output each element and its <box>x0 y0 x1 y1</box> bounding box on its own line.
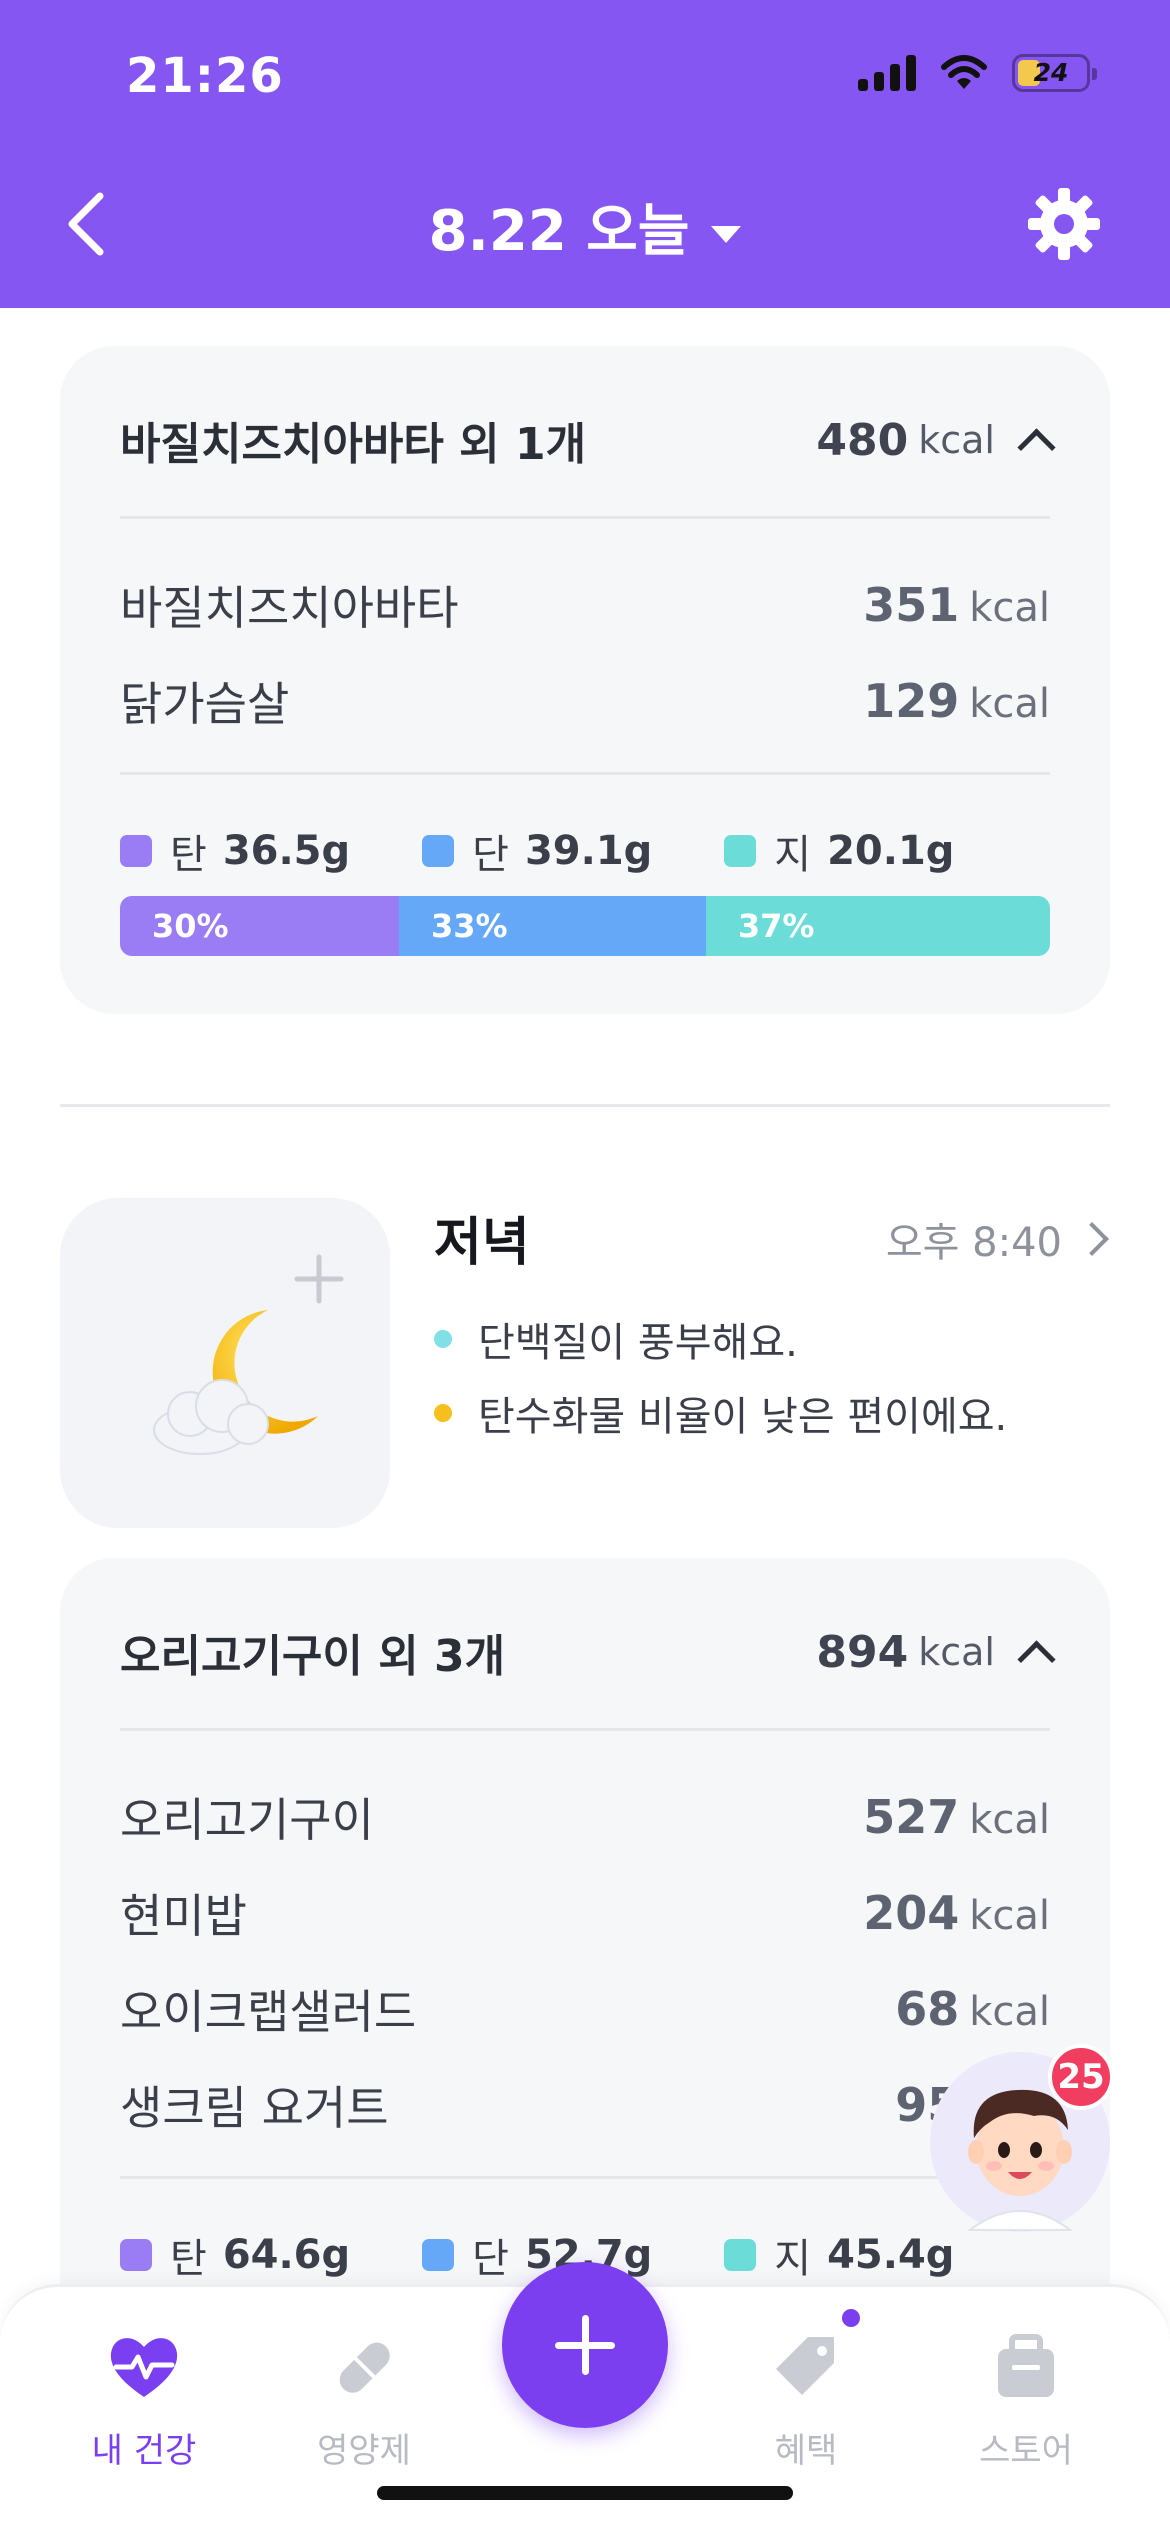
dropdown-caret-icon <box>711 226 742 244</box>
food-item[interactable]: 현미밥 204 kcal <box>120 1880 1050 1946</box>
fat-swatch <box>724 2239 757 2271</box>
date-selector[interactable]: 8.22 오늘 <box>0 186 1170 267</box>
status-icons: 24 <box>858 54 1097 92</box>
carb-swatch <box>120 835 152 867</box>
food-item[interactable]: 오리고기구이 527 kcal <box>120 1784 1050 1850</box>
ratio-protein: 33% <box>399 896 706 956</box>
tab-store[interactable]: 스토어 <box>936 2327 1116 2472</box>
macro-summary: 탄 36.5g 단 39.1g 지 20.1g <box>120 822 1050 880</box>
tab-benefits[interactable]: 혜택 <box>716 2327 896 2472</box>
battery-level: 24 <box>1033 58 1069 87</box>
food-kcal: 204 kcal <box>863 1886 1050 1940</box>
section-divider <box>60 1104 1110 1107</box>
food-name: 오이크랩샐러드 <box>120 1985 417 2039</box>
new-indicator-dot <box>842 2309 860 2327</box>
food-name: 닭가슴살 <box>120 677 290 731</box>
wifi-icon <box>941 55 987 89</box>
notification-badge: 25 <box>1048 2044 1114 2110</box>
chevron-right-icon <box>1075 1222 1109 1256</box>
tag-icon <box>776 2337 834 2395</box>
food-item[interactable]: 바질치즈치아바타 351 kcal <box>120 572 1050 638</box>
add-photo-icon[interactable] <box>294 1254 344 1304</box>
app-header: 21:26 24 8.22 오늘 <box>0 0 1170 308</box>
meal-card-lunch[interactable]: 바질치즈치아바타 외 1개 480 kcal 바질치즈치아바타 351 kcal 닭… <box>60 346 1110 1014</box>
meal-card-dinner[interactable]: 오리고기구이 외 3개 894 kcal 오리고기구이 527 kcal 현미밥 2… <box>60 1558 1110 2358</box>
battery-icon: 24 <box>1012 54 1097 92</box>
divider <box>120 516 1050 519</box>
food-kcal: 351 kcal <box>863 578 1050 632</box>
meal-card-header[interactable]: 바질치즈치아바타 외 1개 480 kcal <box>120 408 1056 472</box>
macro-fat: 지 20.1g <box>724 822 954 880</box>
nutrition-tip: 탄수화물 비율이 낮은 편이에요. <box>434 1384 1007 1442</box>
meal-card-title: 바질치즈치아바타 외 1개 <box>120 419 587 470</box>
meal-total-kcal: 480 kcal <box>816 415 1056 467</box>
meal-card-title: 오리고기구이 외 3개 <box>120 1631 506 1682</box>
carb-swatch <box>120 2239 152 2271</box>
date-title: 8.22 오늘 <box>428 199 690 264</box>
food-item[interactable]: 생크림 요거트 95kcal <box>120 2072 1050 2138</box>
food-name: 현미밥 <box>120 1889 247 1943</box>
gear-icon[interactable] <box>1026 186 1102 262</box>
fat-swatch <box>724 835 757 867</box>
moon-cloud-icon <box>153 1310 318 1455</box>
home-indicator <box>377 2486 793 2500</box>
macro-protein: 단 39.1g <box>422 822 652 880</box>
protein-swatch <box>422 2239 455 2271</box>
macro-ratio-bar: 30% 33% 37% <box>120 896 1050 956</box>
macro-carb: 탄 36.5g <box>120 822 350 880</box>
divider <box>120 772 1050 775</box>
pill-icon <box>339 2342 390 2393</box>
meal-photo-tile[interactable] <box>60 1198 390 1528</box>
divider <box>120 2176 1050 2179</box>
signal-icon <box>858 55 916 91</box>
food-name: 바질치즈치아바타 <box>120 581 459 635</box>
tab-my-health[interactable]: 내 건강 <box>54 2327 234 2472</box>
meal-total-kcal: 894 kcal <box>816 1627 1056 1679</box>
status-time: 21:26 <box>126 48 284 104</box>
tip-dot <box>434 1404 452 1422</box>
ratio-carb: 30% <box>120 896 399 956</box>
macro-fat: 지 45.4g <box>724 2226 954 2284</box>
divider <box>120 1728 1050 1731</box>
food-kcal: 129 kcal <box>863 674 1050 728</box>
nutrition-tip: 단백질이 풍부해요. <box>434 1310 798 1368</box>
food-name: 생크림 요거트 <box>120 2081 389 2135</box>
meal-title-dinner: 저녁 <box>434 1213 530 1273</box>
meal-card-header[interactable]: 오리고기구이 외 3개 894 kcal <box>120 1620 1056 1684</box>
food-name: 오리고기구이 <box>120 1793 374 1847</box>
food-kcal: 527 kcal <box>863 1790 1050 1844</box>
ratio-fat: 37% <box>705 896 1050 956</box>
tip-dot <box>434 1330 452 1348</box>
heart-pulse-icon <box>110 2338 178 2397</box>
protein-swatch <box>422 835 455 867</box>
add-meal-button[interactable] <box>502 2262 668 2428</box>
macro-carb: 탄 64.6g <box>120 2226 350 2284</box>
food-item[interactable]: 닭가슴살 129 kcal <box>120 668 1050 734</box>
food-item[interactable]: 오이크랩샐러드 68 kcal <box>120 1976 1050 2042</box>
meal-time[interactable]: 오후 8:40 <box>886 1210 1109 1268</box>
food-kcal: 68 kcal <box>895 1982 1050 2036</box>
tab-supplements[interactable]: 영양제 <box>274 2327 454 2472</box>
chevron-up-icon[interactable] <box>1017 1639 1056 1679</box>
bag-icon <box>998 2334 1054 2397</box>
chevron-up-icon[interactable] <box>1017 427 1056 467</box>
